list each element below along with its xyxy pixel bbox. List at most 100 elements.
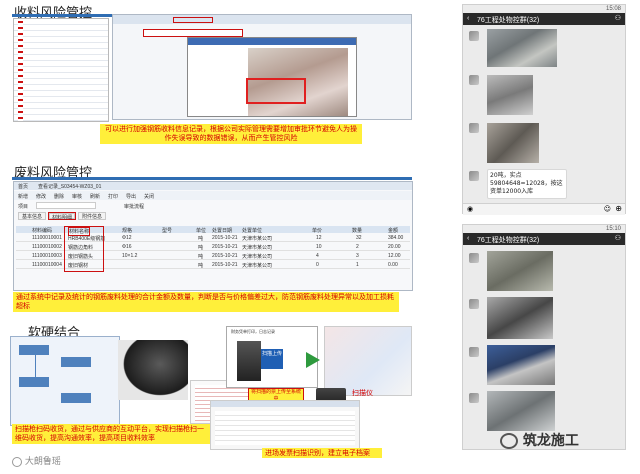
document-camera-image [237,341,261,381]
col-price: 单价 [312,228,323,234]
watermark-right-text: 筑龙施工 [522,433,579,449]
toolbar-add[interactable]: 新增 [18,193,28,200]
toolbar-close[interactable]: 关闭 [144,193,154,200]
avatar[interactable] [469,123,479,133]
chat-photo[interactable] [487,75,533,115]
tab-home[interactable]: 首页 [18,183,28,190]
cell-qty: 32 [356,235,362,241]
cell-qty: 1 [356,262,359,268]
group-icon[interactable]: ⚇ [615,234,621,242]
checkbox-column[interactable] [18,19,23,121]
receiving-note: 可以进行加强钢筋收料信息记录，根据公司实际管理需要增加审批环节避免人为操作失误导… [100,124,362,144]
cell-dest: 天津市某公司 [242,263,273,269]
cell-price: 0 [316,262,319,268]
receiving-form-window [112,14,412,120]
chat-photo[interactable] [487,123,539,163]
avatar[interactable] [469,393,479,403]
chat-photo[interactable] [487,297,553,339]
project-field[interactable] [36,202,96,209]
cell-amount: 20.00 [388,244,401,250]
cell-qty: 3 [356,253,359,259]
plus-icon[interactable]: ⊕ [615,204,622,213]
name-column-highlight [64,226,104,272]
flow-box [19,345,49,355]
watermark-left-text: 大朗鲁瑶 [24,457,61,467]
form-label-flow: 审批流程 [124,204,145,210]
subtab-attach-label: 附件信息 [78,212,106,220]
col-dest: 处置单位 [242,228,263,234]
emoji-icon[interactable]: ☺ [604,205,611,213]
subtab-material[interactable]: 材料明细 [48,212,76,221]
voice-icon[interactable]: ◉ [467,205,473,213]
cell-code: 11100010004 [32,262,62,268]
col-date: 处置日期 [212,228,233,234]
phone-screenshot-1: 15:08 ‹ 76工程处物控群(32) ⚇ 20吨，实点59804648=12… [462,4,626,215]
flow-arrow-icon [306,352,320,368]
cell-price: 4 [316,253,319,259]
back-arrow-icon[interactable]: ‹ [467,15,469,22]
subtab-basic-label: 基本信息 [18,212,46,220]
col-amount: 金额 [388,228,399,234]
tab-record[interactable]: 查看记录_S03454-WZ03_01 [38,183,101,190]
highlighted-tab[interactable] [173,17,213,23]
chat-title: 76工程处物控群(32) [477,17,540,24]
status-bar: 15:08 [463,5,625,13]
toolbar-delete[interactable]: 删除 [54,193,64,200]
e-archive-window [210,400,360,450]
cell-amount: 12.00 [388,253,401,259]
hw-note-left: 扫描枪扫码收货，通过与供应商的互动平台，实现扫描枪扫一维码收货，提高沟通效率，提… [12,424,212,444]
chat-photo[interactable] [487,29,557,67]
status-time: 15:10 [605,226,621,232]
avatar[interactable] [469,253,479,263]
flow-box [61,393,91,403]
cell-date: 2015-10-21 [212,244,238,250]
avatar[interactable] [469,347,479,357]
avatar[interactable] [469,31,479,41]
avatar[interactable] [469,75,479,85]
scanner-label: 扫描仪 [352,389,373,397]
col-unit: 单位 [196,228,207,234]
photo-highlight-box [246,78,306,104]
upload-badge: 扫描上传 [261,349,283,369]
cell-price: 12 [316,235,322,241]
scrap-toolbar: 新增 修改 删除 审核 刷新 打印 导出 关闭 [14,191,412,200]
group-icon[interactable]: ⚇ [615,14,621,22]
back-arrow-icon[interactable]: ‹ [467,235,469,242]
invoice-titlebar [188,38,356,45]
flow-box [19,377,49,387]
window-toolbar [113,15,411,24]
col-qty: 数量 [352,228,363,234]
cell-unit: 吨 [198,236,204,242]
cell-date: 2015-10-21 [212,262,238,268]
cell-dest: 天津市某公司 [242,254,273,260]
invoice-doc-title: 财务凭单打印，日志记录 [231,329,275,334]
avatar[interactable] [469,299,479,309]
toolbar-refresh[interactable]: 刷新 [90,193,100,200]
form-label-project: 项目 [18,204,29,210]
chat-photo[interactable] [487,251,553,291]
avatar[interactable] [469,171,479,181]
cell-date: 2015-10-21 [212,235,238,241]
receiving-list-panel [13,18,109,122]
flow-connector [35,355,36,377]
toolbar-export[interactable]: 导出 [126,193,136,200]
toolbar-audit[interactable]: 审核 [72,193,82,200]
cell-amount: 384.00 [388,235,404,241]
subtab-material-label: 材料明细 [49,213,75,221]
cell-spec: Φ16 [122,244,132,250]
cell-qty: 2 [356,244,359,250]
chat-photo[interactable] [487,391,555,431]
toolbar-edit[interactable]: 修改 [36,193,46,200]
highlighted-field[interactable] [143,29,243,37]
phone-screenshot-2: 15:10 ‹ 76工程处物控群(32) ⚇ [462,224,626,450]
toolbar-print[interactable]: 打印 [108,193,118,200]
subtab-attach[interactable]: 附件信息 [78,212,106,220]
cell-code: 11100010001 [32,235,62,241]
cell-unit: 吨 [198,245,204,251]
chat-bubble[interactable]: 20吨，实点59804648=12028，按这资单12000入库 [487,169,567,199]
subtab-basic[interactable]: 基本信息 [18,212,46,220]
wechat-icon [500,433,518,449]
chat-photo[interactable] [487,345,555,385]
receiving-list-rows [14,19,108,121]
archive-rows [215,411,355,445]
